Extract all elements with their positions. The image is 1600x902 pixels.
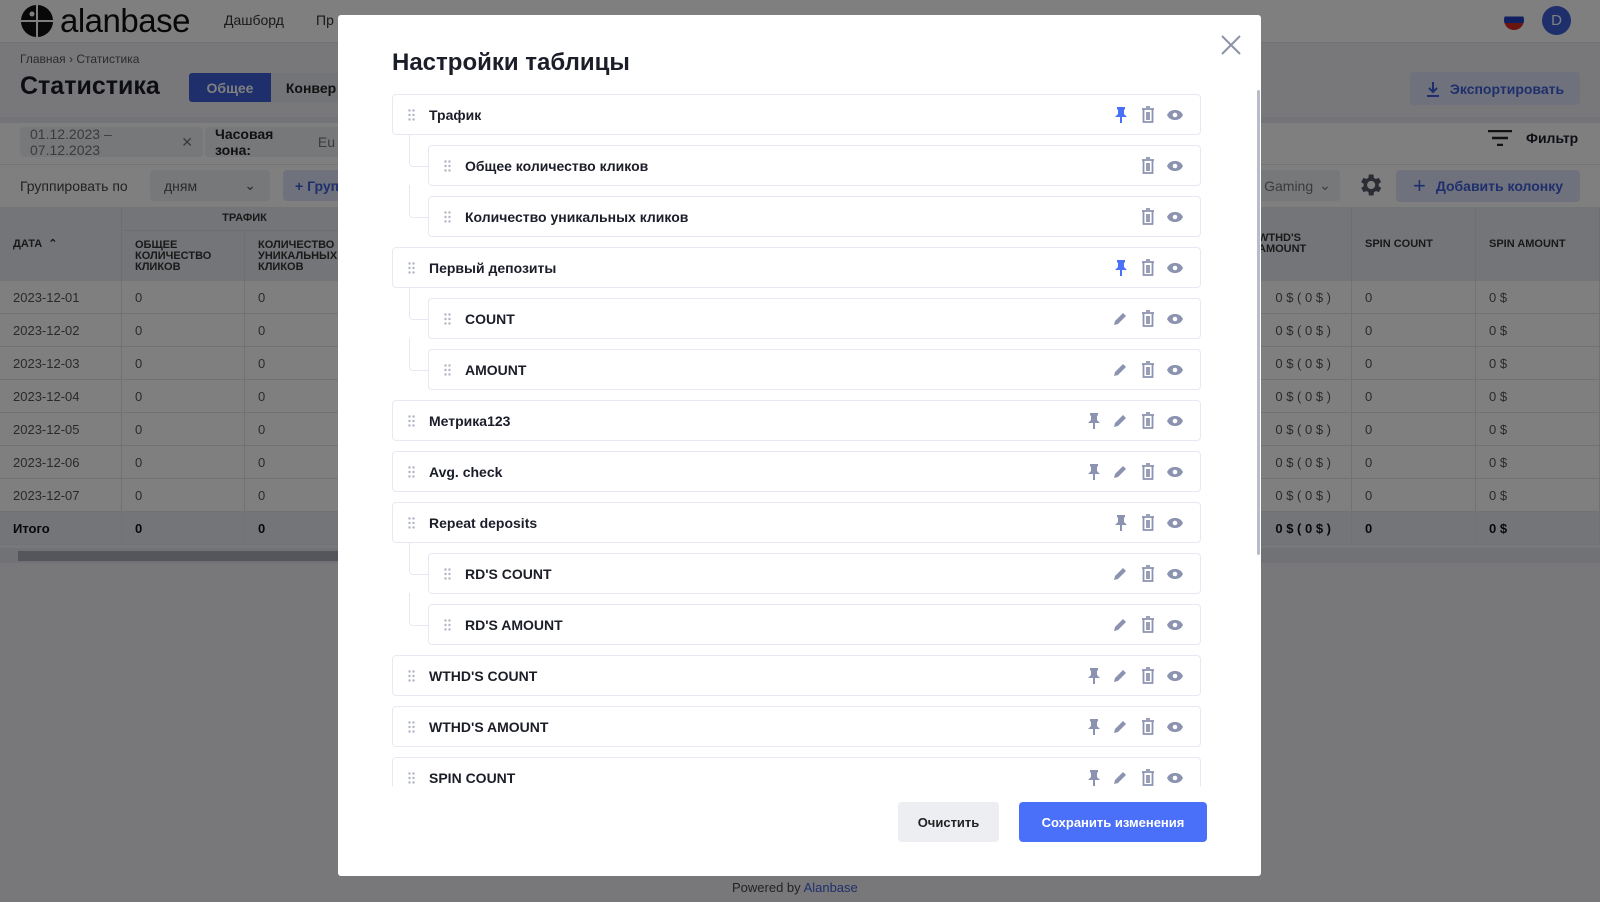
eye-icon[interactable]	[1165, 666, 1184, 685]
column-group-item[interactable]: SPIN COUNT	[392, 757, 1201, 786]
pencil-icon[interactable]	[1111, 309, 1130, 328]
pencil-icon[interactable]	[1111, 360, 1130, 379]
modal-title: Настройки таблицы	[392, 49, 630, 76]
column-label: Avg. check	[429, 463, 503, 480]
column-subitem[interactable]: COUNT	[409, 287, 1201, 339]
column-label: Первый депозиты	[429, 259, 557, 276]
pencil-icon[interactable]	[1111, 615, 1130, 634]
eye-icon[interactable]	[1165, 105, 1184, 124]
column-label: RD'S AMOUNT	[465, 616, 563, 633]
pencil-icon[interactable]	[1111, 411, 1130, 430]
trash-icon[interactable]	[1138, 156, 1157, 175]
trash-icon[interactable]	[1138, 207, 1157, 226]
eye-icon[interactable]	[1165, 258, 1184, 277]
eye-icon[interactable]	[1165, 462, 1184, 481]
trash-icon[interactable]	[1138, 105, 1157, 124]
pin-icon[interactable]	[1084, 462, 1103, 481]
pin-icon[interactable]	[1084, 411, 1103, 430]
column-list[interactable]: Трафик Общее количество кликов Количеств…	[392, 94, 1212, 786]
eye-icon[interactable]	[1165, 207, 1184, 226]
drag-handle-icon[interactable]	[429, 567, 465, 580]
column-group-item[interactable]: Avg. check	[392, 451, 1201, 492]
eye-icon[interactable]	[1165, 411, 1184, 430]
pin-icon[interactable]	[1111, 513, 1130, 532]
drag-handle-icon[interactable]	[429, 312, 465, 325]
drag-handle-icon[interactable]	[393, 669, 429, 682]
pin-icon[interactable]	[1084, 717, 1103, 736]
column-subitem[interactable]: Количество уникальных кликов	[409, 185, 1201, 237]
drag-handle-icon[interactable]	[393, 108, 429, 121]
trash-icon[interactable]	[1138, 309, 1157, 328]
drag-handle-icon[interactable]	[429, 363, 465, 376]
eye-icon[interactable]	[1165, 360, 1184, 379]
column-label: Общее количество кликов	[465, 157, 649, 174]
eye-icon[interactable]	[1165, 768, 1184, 786]
trash-icon[interactable]	[1138, 513, 1157, 532]
column-label: Repeat deposits	[429, 514, 538, 531]
eye-icon[interactable]	[1165, 717, 1184, 736]
trash-icon[interactable]	[1138, 564, 1157, 583]
drag-handle-icon[interactable]	[393, 516, 429, 529]
pencil-icon[interactable]	[1111, 666, 1130, 685]
drag-handle-icon[interactable]	[393, 771, 429, 784]
pin-icon[interactable]	[1111, 105, 1130, 124]
close-icon[interactable]	[1220, 34, 1242, 56]
column-subitem[interactable]: Общее количество кликов	[409, 134, 1201, 186]
trash-icon[interactable]	[1138, 768, 1157, 786]
drag-handle-icon[interactable]	[429, 210, 465, 223]
column-group-item[interactable]: WTHD'S AMOUNT	[392, 706, 1201, 747]
column-label: Метрика123	[429, 412, 511, 429]
pencil-icon[interactable]	[1111, 717, 1130, 736]
pencil-icon[interactable]	[1111, 462, 1130, 481]
pencil-icon[interactable]	[1111, 564, 1130, 583]
drag-handle-icon[interactable]	[429, 618, 465, 631]
column-label: AMOUNT	[465, 361, 527, 378]
pin-icon[interactable]	[1084, 768, 1103, 786]
eye-icon[interactable]	[1165, 309, 1184, 328]
drag-handle-icon[interactable]	[393, 720, 429, 733]
trash-icon[interactable]	[1138, 717, 1157, 736]
column-group-item[interactable]: WTHD'S COUNT	[392, 655, 1201, 696]
column-subitem[interactable]: RD'S COUNT	[409, 542, 1201, 594]
trash-icon[interactable]	[1138, 615, 1157, 634]
drag-handle-icon[interactable]	[393, 414, 429, 427]
column-label: WTHD'S COUNT	[429, 667, 538, 684]
column-group-item[interactable]: Первый депозиты	[392, 247, 1201, 288]
clear-button[interactable]: Очистить	[898, 802, 999, 842]
column-subitem[interactable]: RD'S AMOUNT	[409, 593, 1201, 645]
save-changes-button[interactable]: Сохранить изменения	[1019, 802, 1207, 842]
modal-scrollbar[interactable]	[1257, 90, 1260, 555]
pin-icon[interactable]	[1111, 258, 1130, 277]
column-label: COUNT	[465, 310, 515, 327]
eye-icon[interactable]	[1165, 156, 1184, 175]
column-subitem[interactable]: AMOUNT	[409, 338, 1201, 390]
drag-handle-icon[interactable]	[393, 465, 429, 478]
eye-icon[interactable]	[1165, 564, 1184, 583]
column-group-item[interactable]: Repeat deposits	[392, 502, 1201, 543]
column-group-item[interactable]: Трафик	[392, 94, 1201, 135]
column-label: WTHD'S AMOUNT	[429, 718, 549, 735]
column-group-item[interactable]: Метрика123	[392, 400, 1201, 441]
column-label: RD'S COUNT	[465, 565, 552, 582]
eye-icon[interactable]	[1165, 615, 1184, 634]
column-label: SPIN COUNT	[429, 769, 516, 786]
column-label: Трафик	[429, 106, 482, 123]
drag-handle-icon[interactable]	[429, 159, 465, 172]
trash-icon[interactable]	[1138, 360, 1157, 379]
trash-icon[interactable]	[1138, 462, 1157, 481]
column-label: Количество уникальных кликов	[465, 208, 689, 225]
eye-icon[interactable]	[1165, 513, 1184, 532]
trash-icon[interactable]	[1138, 666, 1157, 685]
pin-icon[interactable]	[1084, 666, 1103, 685]
trash-icon[interactable]	[1138, 411, 1157, 430]
table-settings-modal: Настройки таблицы Трафик Общее количеств…	[338, 15, 1261, 876]
trash-icon[interactable]	[1138, 258, 1157, 277]
drag-handle-icon[interactable]	[393, 261, 429, 274]
pencil-icon[interactable]	[1111, 768, 1130, 786]
